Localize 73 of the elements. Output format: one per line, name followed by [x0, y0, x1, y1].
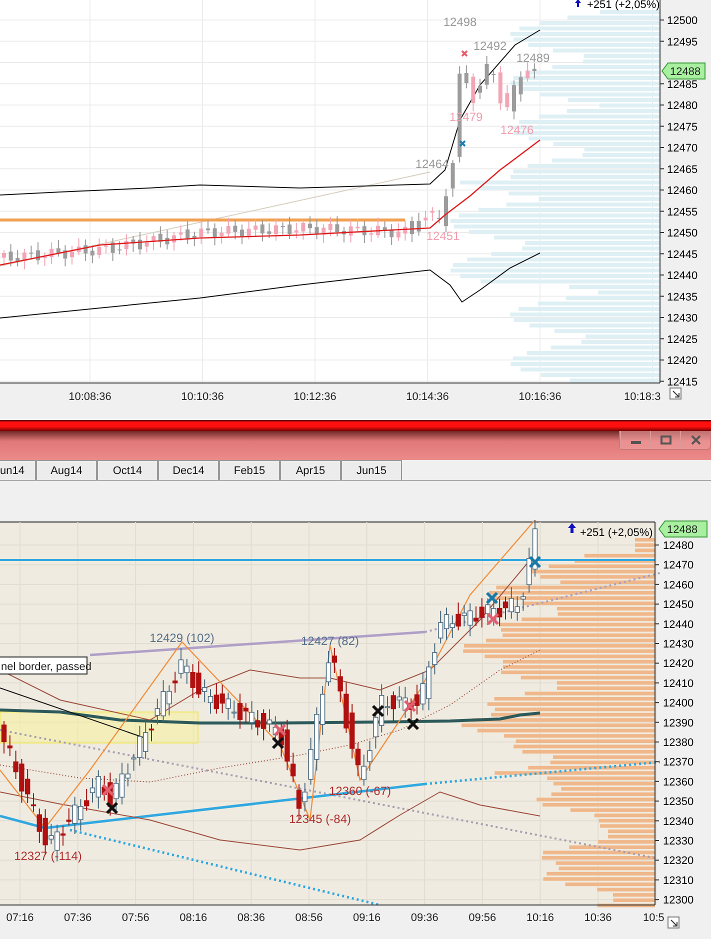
price-axis-label: 12415: [667, 376, 698, 388]
price-axis-label: 12430: [667, 312, 698, 324]
time-axis-label: 10:16:36: [518, 391, 562, 403]
price-axis-label: 12440: [667, 270, 698, 282]
price-axis-label: 12440: [663, 618, 694, 631]
price-axis-label: 12460: [663, 579, 694, 592]
time-axis-label: 08:36: [237, 912, 265, 924]
time-axis-label: 07:36: [64, 912, 92, 924]
price-axis-label: 12420: [663, 658, 694, 670]
time-axis-label: 08:16: [180, 912, 208, 924]
time-axis-label: 10:18:3: [624, 391, 661, 403]
period-tab[interactable]: un14: [0, 460, 36, 480]
period-tab[interactable]: Aug14: [36, 460, 97, 480]
price-axis-label: 12450: [663, 599, 694, 612]
price-annotation: 12345 (-84): [288, 812, 352, 826]
time-axis-label: 10:10:36: [181, 391, 224, 403]
time-axis-label: 10:36: [584, 912, 612, 924]
price-axis-label: 12465: [667, 164, 698, 176]
price-axis-label: 12435: [667, 291, 698, 304]
time-axis-label: 10:08:36: [68, 391, 112, 403]
price-axis-label: 12445: [667, 248, 698, 261]
time-axis-label: 09:36: [410, 912, 438, 924]
price-axis-label: 12360: [663, 776, 694, 788]
price-axis-label: 12495: [667, 36, 698, 48]
period-tab[interactable]: Dec14: [158, 460, 219, 480]
price-axis-label: 12455: [667, 206, 698, 218]
price-axis-label: 12460: [667, 185, 698, 197]
time-axis-label: 09:16: [353, 912, 381, 924]
period-tab[interactable]: Oct14: [97, 460, 158, 480]
price-axis-label: 12480: [663, 540, 694, 552]
price-axis-label: 12410: [663, 678, 694, 690]
price-axis-label: 12300: [663, 894, 694, 907]
change-label: +251 (+2,05%): [587, 0, 660, 11]
time-axis-label: 10:12:36: [294, 391, 336, 403]
price-axis-label: 12380: [663, 737, 694, 749]
price-axis-label: 12400: [663, 698, 694, 710]
time-axis-label: 08:56: [295, 912, 323, 924]
price-axis-label: 12470: [667, 142, 698, 154]
price-axis-label: 12330: [663, 836, 694, 848]
price-axis-label: 12485: [667, 78, 698, 91]
price-annotation: 12476: [500, 123, 534, 137]
price-axis-label: 12475: [667, 121, 698, 134]
price-annotation: 12492: [473, 39, 507, 53]
price-annotation: 12498: [443, 15, 477, 29]
price-axis-label: 12390: [663, 717, 694, 730]
price-axis-label: 12340: [663, 816, 694, 828]
time-axis-label: 10:5: [643, 912, 664, 924]
price-axis-label: 12320: [663, 855, 694, 868]
time-axis-label: 07:56: [122, 912, 150, 924]
price-annotation: 12489: [516, 51, 550, 65]
price-axis-label: 12370: [663, 756, 694, 769]
price-axis-label: 12450: [667, 228, 698, 240]
price-annotation: 12429 (102): [150, 631, 214, 645]
price-annotation: 12451: [426, 229, 460, 243]
time-axis-label: 10:14:36: [406, 391, 449, 403]
time-axis-label: 10:16: [526, 912, 554, 924]
price-badge: 12488: [661, 62, 706, 80]
period-tab[interactable]: Apr15: [280, 460, 341, 480]
period-tab[interactable]: Feb15: [219, 460, 280, 480]
price-annotation: 12427 (82): [300, 634, 360, 648]
time-axis-label: 07:16: [6, 912, 34, 924]
price-axis-label: 12480: [667, 100, 698, 112]
price-axis-label: 12350: [663, 796, 694, 808]
price-badge: 12488: [658, 520, 708, 538]
price-axis-label: 12425: [667, 334, 698, 346]
time-axis-label: 09:56: [468, 912, 496, 924]
price-axis-label: 12470: [663, 560, 694, 572]
price-axis-label: 12500: [667, 15, 698, 27]
price-axis-label: 12310: [663, 874, 694, 887]
period-tab[interactable]: Jun15: [341, 460, 402, 480]
price-axis-label: 12430: [663, 638, 694, 650]
change-label: +251 (+2,05%): [580, 527, 653, 539]
price-axis-label: 12420: [667, 355, 698, 367]
